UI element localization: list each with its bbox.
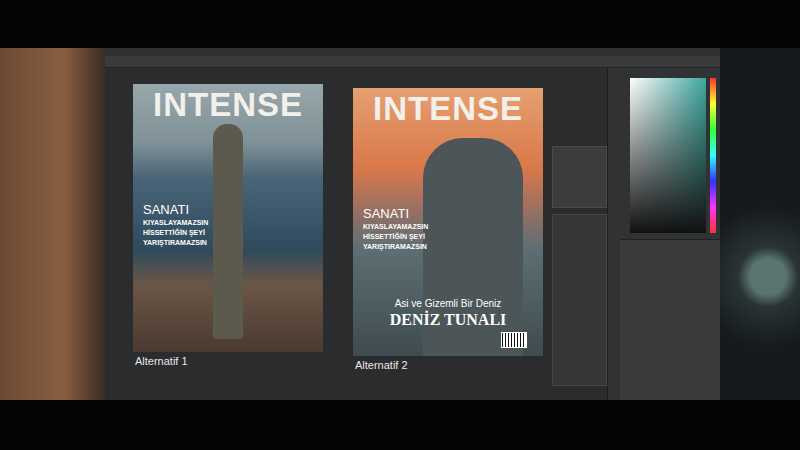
options-bar xyxy=(105,56,720,68)
color-field[interactable] xyxy=(630,78,706,233)
cover-copy: SANATI KIYASLAYAMAZSINHİSSETTİĞİN ŞEYİYA… xyxy=(363,206,428,252)
color-picker[interactable] xyxy=(620,68,720,239)
dialog-panel xyxy=(552,146,607,208)
film-frame: INTENSE SANATI KIYASLAYAMAZSINHİSSETTİĞİ… xyxy=(0,0,800,450)
cover-bottom: Asi ve Gizemli Bir Deniz DENİZ TUNALI xyxy=(353,297,543,330)
barcode-icon xyxy=(501,332,527,348)
cover-line: HİSSETTİĞİN ŞEYİ xyxy=(363,232,428,242)
cover-line: YARIŞTIRAMAZSIN xyxy=(143,238,208,248)
artboard-label: Alternatif 2 xyxy=(353,359,543,371)
background-wall xyxy=(0,48,105,400)
masthead: INTENSE xyxy=(353,90,543,128)
masthead: INTENSE xyxy=(133,86,323,124)
laptop-screen: INTENSE SANATI KIYASLAYAMAZSINHİSSETTİĞİ… xyxy=(105,48,720,400)
menu-bar xyxy=(105,48,720,56)
canvas-area: INTENSE SANATI KIYASLAYAMAZSINHİSSETTİĞİ… xyxy=(105,68,552,400)
cover-line: KIYASLAYAMAZSIN xyxy=(363,222,428,232)
cover-line: HİSSETTİĞİN ŞEYİ xyxy=(143,228,208,238)
cover-line: KIYASLAYAMAZSIN xyxy=(143,218,208,228)
artboard[interactable]: INTENSE SANATI KIYASLAYAMAZSINHİSSETTİĞİ… xyxy=(133,84,323,400)
tools-strip xyxy=(607,68,620,400)
magazine-cover[interactable]: INTENSE SANATI KIYASLAYAMAZSINHİSSETTİĞİ… xyxy=(133,84,323,352)
cover-copy: SANATI KIYASLAYAMAZSINHİSSETTİĞİN ŞEYİYA… xyxy=(143,202,208,248)
glass-object xyxy=(720,48,800,400)
artboard-label: Alternatif 1 xyxy=(133,355,323,367)
cover-line: YARIŞTIRAMAZSIN xyxy=(363,242,428,252)
person-figure xyxy=(213,124,243,339)
layers-panel xyxy=(552,68,607,400)
properties-panel xyxy=(620,239,720,400)
artboard[interactable]: INTENSE SANATI KIYASLAYAMAZSINHİSSETTİĞİ… xyxy=(353,84,543,400)
letterbox-bottom xyxy=(0,400,800,450)
cover-photo xyxy=(133,84,323,352)
magazine-cover[interactable]: INTENSE SANATI KIYASLAYAMAZSINHİSSETTİĞİ… xyxy=(353,88,543,356)
letterbox-top xyxy=(0,0,800,48)
hue-slider[interactable] xyxy=(710,78,716,233)
dialog-panel xyxy=(552,214,607,386)
